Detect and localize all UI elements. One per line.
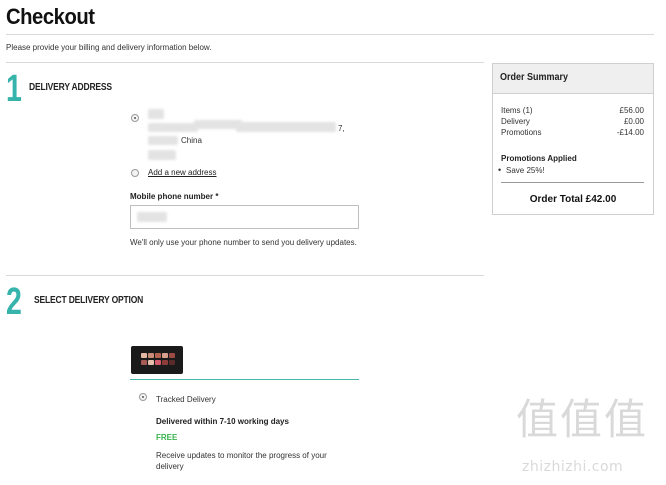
add-new-address-link[interactable]: Add a new address [148, 168, 217, 177]
summary-row-delivery: Delivery £0.00 [501, 117, 644, 128]
phone-input[interactable] [130, 205, 359, 229]
promotions-heading: Promotions Applied [501, 154, 577, 163]
step-1-title: DELIVERY ADDRESS [29, 82, 112, 93]
redacted-name [148, 109, 164, 119]
redacted-phone-value [137, 212, 167, 222]
step-1-number: 1 [6, 68, 22, 110]
delivery-option-name[interactable]: Tracked Delivery [156, 395, 216, 404]
order-total: Order Total £42.00 [529, 194, 617, 205]
summary-divider [501, 182, 644, 183]
address-street-suffix: 7, [338, 124, 345, 133]
saved-address[interactable]: 7, China [148, 107, 348, 167]
delivery-timeframe: Delivered within 7-10 working days [156, 417, 289, 426]
step-2-title: SELECT DELIVERY OPTION [34, 295, 144, 306]
product-palette-image [131, 346, 183, 374]
order-summary-title: Order Summary [500, 72, 569, 83]
summary-row-value: £0.00 [623, 117, 644, 126]
new-address-radio[interactable] [131, 169, 139, 177]
phone-label: Mobile phone number * [130, 192, 219, 201]
summary-row-label: Promotions [501, 128, 542, 137]
order-summary-panel: Order Summary Items (1) £56.00 Delivery … [492, 63, 654, 215]
saved-address-radio[interactable] [131, 114, 139, 122]
page-intro: Please provide your billing and delivery… [6, 43, 212, 52]
redacted-street-3 [236, 122, 336, 132]
redacted-street-2 [194, 120, 242, 129]
delivery-note: Receive updates to monitor the progress … [156, 451, 327, 471]
delivery-option-divider [130, 379, 359, 380]
summary-row-promotions: Promotions -£14.00 [501, 128, 644, 139]
summary-row-value: -£14.00 [616, 128, 644, 137]
promotion-item: Save 25%! [498, 165, 545, 175]
summary-row-label: Items (1) [501, 106, 533, 115]
summary-row-label: Delivery [501, 117, 530, 126]
intro-divider [6, 62, 484, 63]
redacted-city [148, 136, 178, 145]
summary-row-value: £56.00 [619, 106, 644, 115]
address-country: China [181, 136, 202, 145]
delivery-price: FREE [156, 433, 178, 442]
page-title: Checkout [6, 4, 95, 29]
order-summary-header: Order Summary [493, 64, 653, 94]
watermark-glyphs: 值值值 [516, 395, 649, 444]
summary-row-items: Items (1) £56.00 [501, 106, 644, 117]
step-2-number: 2 [6, 281, 22, 323]
phone-helper-text: We'll only use your phone number to send… [130, 238, 357, 247]
redacted-street-1 [148, 123, 198, 132]
header-divider [6, 34, 654, 35]
tracked-delivery-radio[interactable] [139, 393, 147, 401]
step-divider [6, 275, 484, 276]
watermark-site: zhizhizhi.com [522, 459, 624, 475]
redacted-phone [148, 150, 176, 160]
